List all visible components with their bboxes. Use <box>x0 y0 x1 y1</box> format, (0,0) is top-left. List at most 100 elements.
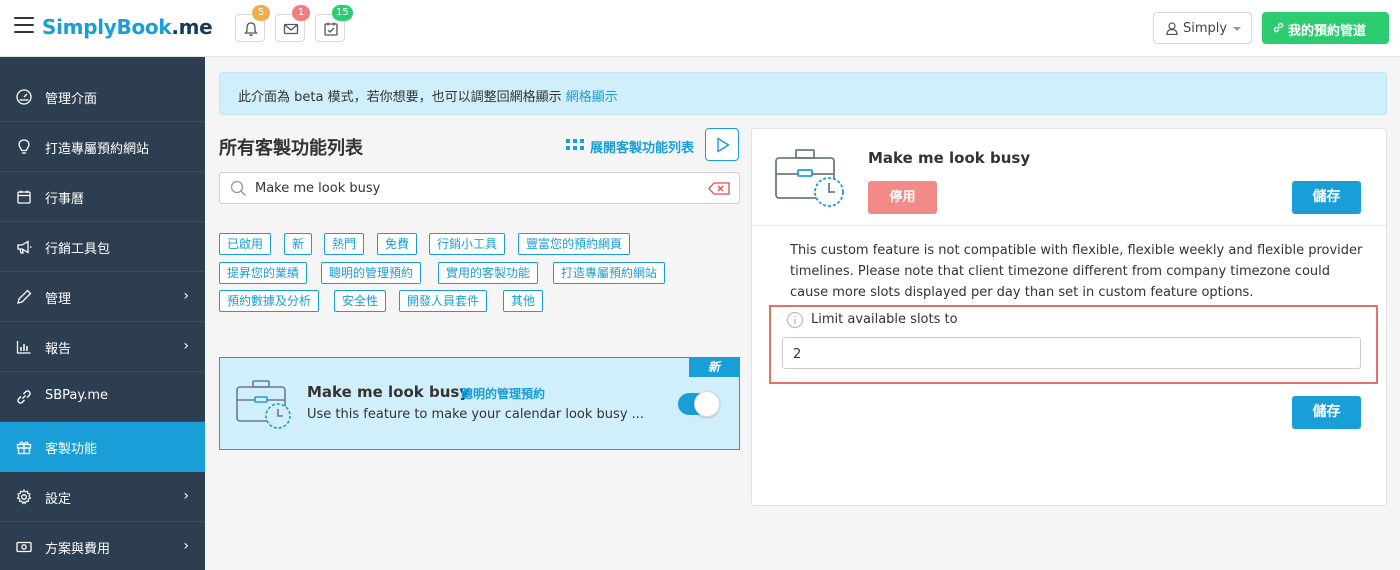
sidebar-item-label: 行事曆 <box>45 192 85 207</box>
filter-tag[interactable]: 豐富您的預約網頁 <box>518 233 631 255</box>
filter-tag[interactable]: 免費 <box>377 233 418 255</box>
briefcase-clock-icon <box>775 149 844 207</box>
play-tutorial-button[interactable] <box>705 128 739 161</box>
filter-tag[interactable]: 提昇您的業績 <box>219 262 308 284</box>
sidebar-item-dashboard[interactable]: 管理介面 <box>0 72 205 122</box>
grid-icon <box>566 139 584 150</box>
filter-tag[interactable]: 打造專屬預約網站 <box>553 262 666 284</box>
link-icon <box>1273 22 1284 33</box>
new-badge: 新 <box>689 358 739 377</box>
feature-detail-panel: Make me look busy 停用 儲存 This custom feat… <box>751 128 1387 506</box>
filter-tag[interactable]: 新 <box>284 233 313 255</box>
user-name: Simply <box>1183 21 1228 36</box>
sidebar-item-label: 管理 <box>45 292 72 307</box>
sidebar-item-manage[interactable]: 管理 › <box>0 272 205 322</box>
sidebar-item-sbpay[interactable]: SBPay.me <box>0 372 205 422</box>
feature-card-description: Use this feature to make your calendar l… <box>307 407 645 422</box>
chevron-right-icon: › <box>183 538 189 554</box>
messages-button[interactable]: 1 <box>275 5 310 42</box>
filter-tag[interactable]: 熱門 <box>324 233 365 255</box>
gift-icon <box>16 441 32 455</box>
sidebar-item-plans[interactable]: 方案與費用 › <box>0 522 205 570</box>
sidebar-item-label: 報告 <box>45 342 72 357</box>
link-icon <box>17 390 31 404</box>
page-title: 所有客製功能列表 <box>219 138 363 159</box>
booking-count-badge: 15 <box>332 5 353 21</box>
save-button-bottom[interactable]: 儲存 <box>1292 396 1361 429</box>
sidebar-item-calendar[interactable]: 行事曆 <box>0 172 205 222</box>
sidebar: 管理介面 打造專屬預約網站 行事曆 行銷工具包 管理 › 報告 › SBPay.… <box>0 57 205 570</box>
sidebar-item-reports[interactable]: 報告 › <box>0 322 205 372</box>
sidebar-item-label: 管理介面 <box>45 92 98 107</box>
expand-features-label: 展開客製功能列表 <box>590 141 695 156</box>
beta-notice: 此介面為 beta 模式，若你想要，也可以調整回網格顯示 網格顯示 <box>219 72 1387 115</box>
filter-tag[interactable]: 其他 <box>503 290 544 312</box>
bookings-button[interactable]: 15 <box>315 5 353 42</box>
toggle-knob <box>694 391 720 417</box>
feature-card[interactable]: 新 Make me look busy 聰明的管理預約 Use this fea… <box>219 357 740 450</box>
notifications-button[interactable]: 5 <box>235 5 270 42</box>
slot-limit-option: Limit available slots to <box>769 305 1378 384</box>
message-count-badge: 1 <box>292 5 310 21</box>
search-icon <box>230 180 246 196</box>
menu-icon[interactable] <box>14 17 34 35</box>
beta-notice-text: 此介面為 beta 模式，若你想要，也可以調整回網格顯示 <box>238 90 562 105</box>
gear-icon <box>16 488 32 505</box>
slot-limit-field[interactable] <box>782 337 1361 369</box>
search-field[interactable] <box>219 172 740 204</box>
sidebar-item-custom-features[interactable]: 客製功能 <box>0 422 205 472</box>
dashboard-icon <box>16 89 32 105</box>
filter-tag[interactable]: 預約數據及分析 <box>219 290 320 312</box>
filter-tag[interactable]: 聰明的管理預約 <box>321 262 422 284</box>
clear-icon[interactable] <box>708 182 730 195</box>
chevron-right-icon: › <box>183 288 189 304</box>
money-icon <box>16 541 32 553</box>
filter-tag[interactable]: 開發人員套件 <box>399 290 488 312</box>
play-icon <box>717 137 730 153</box>
feature-detail-title: Make me look busy <box>868 149 1031 167</box>
info-icon <box>786 311 804 329</box>
feature-detail-header: Make me look busy 停用 儲存 <box>752 129 1386 226</box>
calendar-icon <box>17 190 31 204</box>
sidebar-item-settings[interactable]: 設定 › <box>0 472 205 522</box>
feature-card-title: Make me look busy <box>307 383 470 401</box>
filter-tag[interactable]: 行銷小工具 <box>429 233 506 255</box>
user-icon <box>1166 22 1178 35</box>
chevron-right-icon: › <box>183 488 189 504</box>
lightbulb-icon <box>18 139 30 154</box>
sidebar-item-label: SBPay.me <box>45 388 109 403</box>
calendar-check-icon <box>324 22 338 36</box>
search-input[interactable] <box>255 178 695 198</box>
sidebar-item-label: 設定 <box>45 492 72 507</box>
chevron-down-icon <box>1233 27 1241 31</box>
mail-icon <box>283 23 299 35</box>
slot-limit-label: Limit available slots to <box>811 312 958 327</box>
feature-card-category[interactable]: 聰明的管理預約 <box>461 385 545 402</box>
briefcase-clock-icon <box>236 380 291 429</box>
sidebar-item-marketing[interactable]: 行銷工具包 <box>0 222 205 272</box>
logo[interactable]: SimplyBook.me <box>42 15 213 39</box>
filter-tag[interactable]: 已啟用 <box>219 233 272 255</box>
user-menu-button[interactable]: Simply <box>1153 12 1252 44</box>
bar-chart-icon <box>16 341 31 354</box>
save-button[interactable]: 儲存 <box>1292 181 1361 214</box>
sidebar-item-label: 打造專屬預約網站 <box>45 142 150 157</box>
chevron-right-icon: › <box>183 338 189 354</box>
filter-tag[interactable]: 實用的客製功能 <box>438 262 539 284</box>
sidebar-item-label: 方案與費用 <box>45 542 111 557</box>
slot-limit-input[interactable] <box>793 344 1333 364</box>
megaphone-icon <box>17 240 32 254</box>
top-bar: SimplyBook.me 5 1 15 Simply 我的預約管道 <box>0 0 1400 57</box>
sidebar-item-label: 客製功能 <box>45 442 98 457</box>
grid-view-link[interactable]: 網格顯示 <box>566 90 618 105</box>
sidebar-item-website[interactable]: 打造專屬預約網站 <box>0 122 205 172</box>
my-booking-channel-button[interactable]: 我的預約管道 <box>1262 12 1389 44</box>
pencil-icon <box>17 289 32 304</box>
notification-count-badge: 5 <box>252 5 270 21</box>
filter-tag[interactable]: 安全性 <box>334 290 387 312</box>
sidebar-item-label: 行銷工具包 <box>45 242 111 257</box>
compatibility-notice: This custom feature is not compatible wi… <box>790 243 1363 300</box>
bell-icon <box>244 22 258 36</box>
disable-button[interactable]: 停用 <box>868 181 937 214</box>
feature-enabled-toggle[interactable] <box>678 391 720 417</box>
